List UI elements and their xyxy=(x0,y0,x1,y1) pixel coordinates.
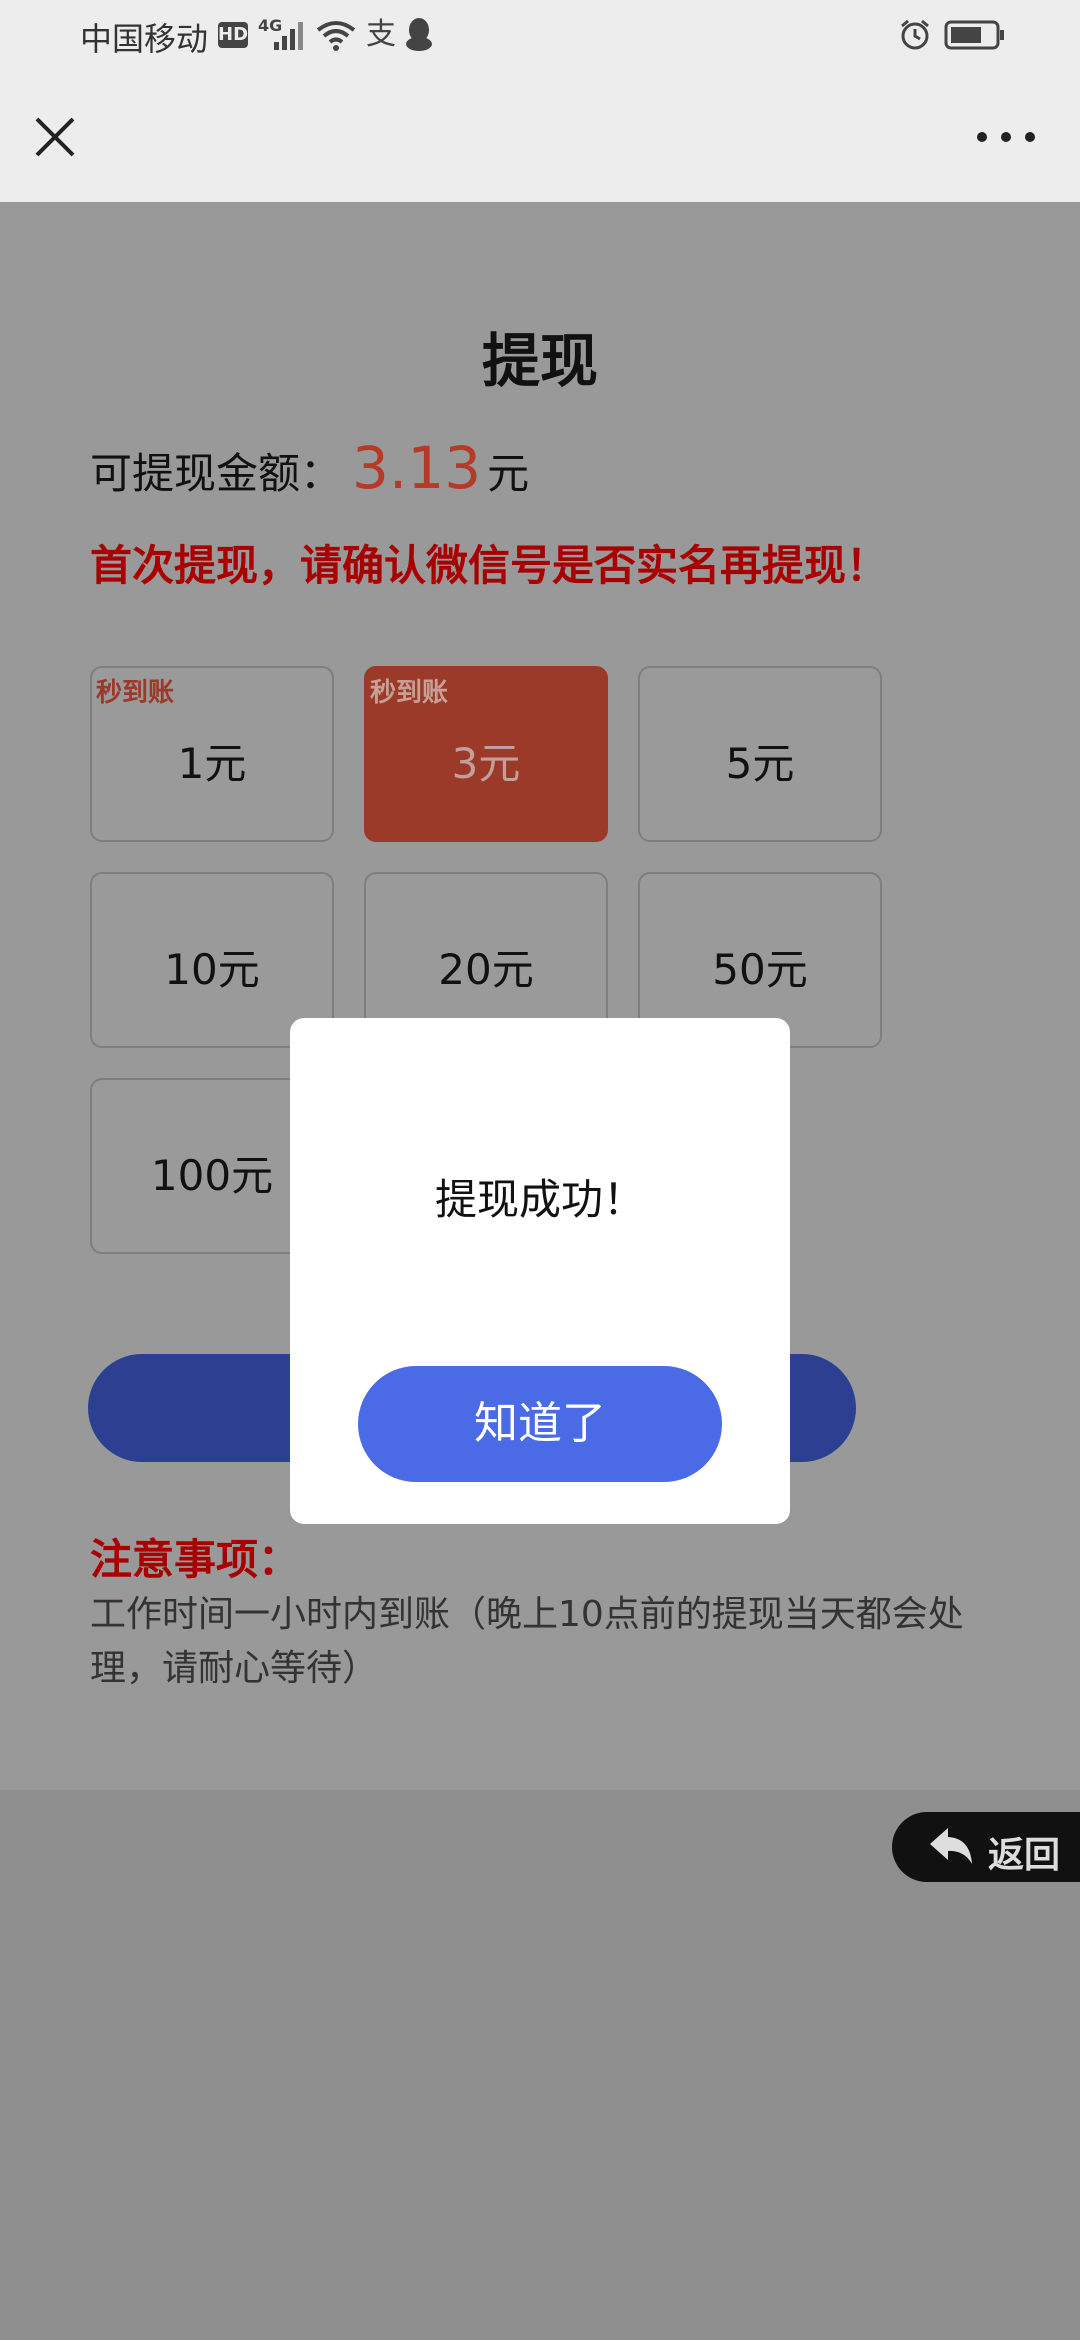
amount-label: 3元 xyxy=(451,739,521,788)
amount-label: 10元 xyxy=(164,945,260,994)
back-button[interactable]: 返回 xyxy=(892,1812,1080,1882)
balance-value: 3.13 xyxy=(352,434,482,502)
balance-unit: 元 xyxy=(487,449,530,498)
reply-arrow-icon xyxy=(928,1826,974,1872)
carrier-name: 中国移动 xyxy=(80,20,209,58)
page-title: 提现 xyxy=(481,327,598,395)
alarm-icon xyxy=(898,18,932,56)
instant-arrival-tag: 秒到账 xyxy=(96,678,175,708)
amount-option-5[interactable]: 5元 xyxy=(638,666,882,842)
instant-arrival-tag: 秒到账 xyxy=(370,678,449,708)
webview-top-nav xyxy=(0,72,1080,202)
amount-option-1[interactable]: 秒到账 1元 xyxy=(90,666,334,842)
close-icon xyxy=(35,117,75,157)
back-label: 返回 xyxy=(988,1835,1061,1876)
battery-icon xyxy=(944,20,1006,54)
balance-label: 可提现金额： xyxy=(90,449,343,498)
wifi-icon xyxy=(316,18,356,56)
hd-badge: HD xyxy=(218,22,248,48)
notes-body: 工作时间一小时内到账（晚上10点前的提现当天都会处理，请耐心等待） xyxy=(90,1594,964,1689)
warning-text: 首次提现，请确认微信号是否实名再提现！ xyxy=(90,541,889,590)
more-options-button[interactable] xyxy=(966,106,1046,168)
confirm-button[interactable]: 知道了 xyxy=(358,1366,722,1482)
notes-title: 注意事项： xyxy=(90,1535,301,1584)
amount-option-3[interactable]: 秒到账 3元 xyxy=(364,666,608,842)
signal-icon xyxy=(272,20,306,56)
dialog-message: 提现成功！ xyxy=(434,1175,645,1224)
qq-icon xyxy=(404,16,434,56)
amount-label: 5元 xyxy=(725,739,795,788)
status-bar: 中国移动 HD 4G 支 xyxy=(0,0,1080,72)
success-dialog: 提现成功！ 知道了 xyxy=(290,1018,790,1524)
amount-label: 20元 xyxy=(438,945,534,994)
withdraw-page: 提现 可提现金额： 3.13 元 首次提现，请确认微信号是否实名再提现！ 秒到账 1… xyxy=(0,202,1080,1790)
more-icon xyxy=(977,132,1035,142)
close-button[interactable] xyxy=(24,106,86,168)
balance-row: 可提现金额： 3.13 元 xyxy=(90,434,529,502)
amount-label: 1元 xyxy=(177,739,247,788)
alipay-icon: 支 xyxy=(366,17,396,52)
amount-label: 50元 xyxy=(712,945,808,994)
